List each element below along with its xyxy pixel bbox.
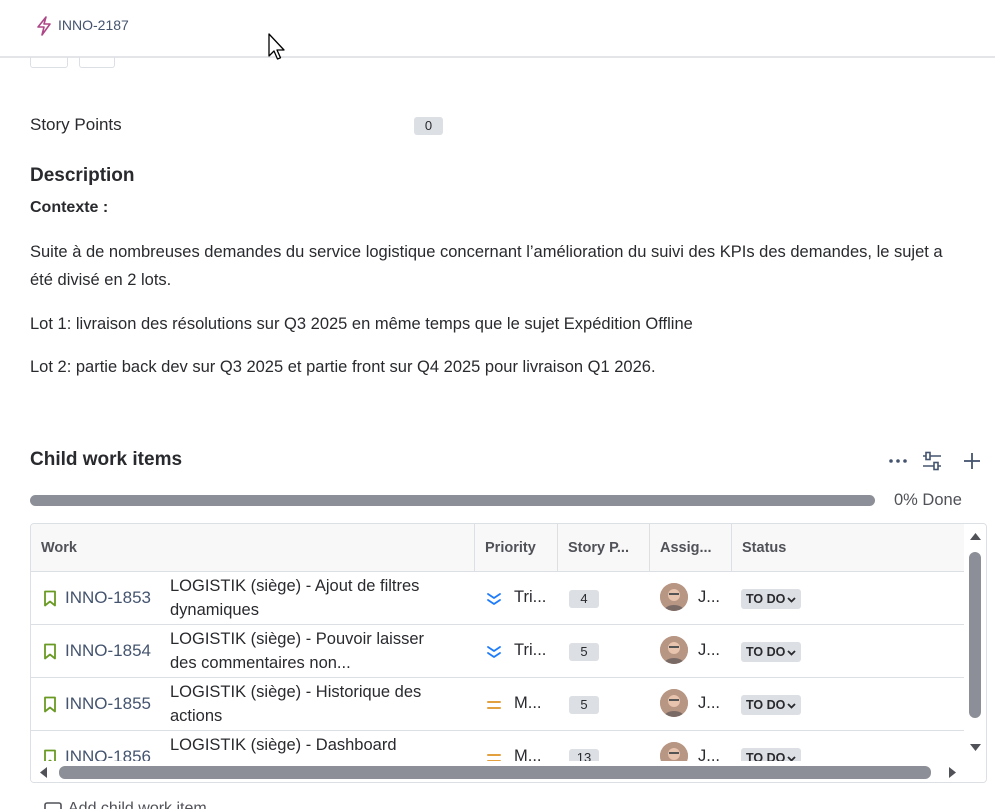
mouse-cursor-icon <box>268 33 285 60</box>
epic-lightning-icon <box>37 16 51 36</box>
story-points-cell[interactable]: 5 <box>569 696 599 714</box>
add-icon[interactable] <box>961 450 983 472</box>
scroll-right-arrow-icon[interactable] <box>948 766 957 779</box>
work-item-key[interactable]: INNO-1853 <box>65 588 151 608</box>
story-points-value[interactable]: 0 <box>414 117 443 135</box>
story-points-cell[interactable]: 4 <box>569 590 599 608</box>
work-item-key[interactable]: INNO-1854 <box>65 641 151 661</box>
table-header: Work Priority Story P... Assig... Status <box>31 524 964 572</box>
avatar[interactable] <box>660 636 688 664</box>
description-context-heading: Contexte : <box>30 199 109 216</box>
chevron-down-icon <box>787 650 796 656</box>
column-header-story-points[interactable]: Story P... <box>558 524 650 572</box>
add-child-icon <box>44 801 62 809</box>
avatar[interactable] <box>660 583 688 611</box>
toolbar-button-hidden[interactable] <box>79 57 115 68</box>
story-bookmark-icon <box>44 696 56 713</box>
assignee-name[interactable]: J... <box>698 588 720 607</box>
story-bookmark-icon <box>44 590 56 607</box>
priority-lowest-icon <box>487 593 501 605</box>
issue-key-link[interactable]: INNO-2187 <box>58 17 129 33</box>
description-paragraph: Suite à de nombreuses demandes du servic… <box>30 243 943 289</box>
progress-label: 0% Done <box>894 491 962 509</box>
scroll-left-arrow-icon[interactable] <box>39 766 48 779</box>
scroll-down-arrow-icon[interactable] <box>969 743 982 752</box>
work-item-summary[interactable]: LOGISTIK (siège) - Historique des action… <box>170 680 440 728</box>
story-points-label: Story Points <box>30 115 122 134</box>
table-row[interactable]: INNO-1855 LOGISTIK (siège) - Historique … <box>31 678 964 731</box>
priority-medium-icon <box>487 701 501 709</box>
column-header-work[interactable]: Work <box>31 524 475 572</box>
horizontal-scrollbar-thumb[interactable] <box>59 766 931 779</box>
avatar[interactable] <box>660 689 688 717</box>
story-bookmark-icon <box>44 643 56 660</box>
chevron-down-icon <box>787 703 796 709</box>
priority-lowest-icon <box>487 646 501 658</box>
assignee-name[interactable]: J... <box>698 694 720 713</box>
work-item-key[interactable]: INNO-1855 <box>65 694 151 714</box>
add-child-label: Add child work item <box>68 800 207 809</box>
issue-header: INNO-2187 <box>0 0 995 58</box>
work-item-summary[interactable]: LOGISTIK (siège) - Pouvoir laisser des c… <box>170 627 440 675</box>
add-child-work-item-button[interactable]: Add child work item <box>44 800 207 809</box>
child-work-items-heading: Child work items <box>30 449 183 470</box>
status-dropdown[interactable]: TO DO <box>741 642 802 662</box>
table-row[interactable]: INNO-1854 LOGISTIK (siège) - Pouvoir lai… <box>31 625 964 678</box>
column-header-priority[interactable]: Priority <box>475 524 558 572</box>
view-settings-icon[interactable] <box>921 450 943 472</box>
vertical-scrollbar[interactable] <box>964 524 986 782</box>
chevron-down-icon <box>787 597 796 603</box>
vertical-scrollbar-thumb[interactable] <box>969 552 981 718</box>
column-header-status[interactable]: Status <box>732 524 964 572</box>
status-label: TO DO <box>746 592 786 606</box>
priority-value[interactable]: Tri... <box>514 641 546 660</box>
work-item-summary[interactable]: LOGISTIK (siège) - Ajout de filtres dyna… <box>170 574 440 622</box>
more-actions-icon[interactable] <box>887 450 909 472</box>
story-points-cell[interactable]: 5 <box>569 643 599 661</box>
description-paragraph: Lot 2: partie back dev sur Q3 2025 et pa… <box>30 358 656 376</box>
scroll-up-arrow-icon[interactable] <box>969 532 982 541</box>
progress-bar <box>30 495 875 506</box>
horizontal-scrollbar[interactable] <box>31 761 964 782</box>
column-header-assignee[interactable]: Assig... <box>650 524 732 572</box>
status-dropdown[interactable]: TO DO <box>741 589 802 609</box>
status-label: TO DO <box>746 645 786 659</box>
status-label: TO DO <box>746 698 786 712</box>
assignee-name[interactable]: J... <box>698 641 720 660</box>
description-paragraph: Lot 1: livraison des résolutions sur Q3 … <box>30 315 693 333</box>
description-heading: Description <box>30 165 135 186</box>
priority-value[interactable]: M... <box>514 694 542 713</box>
toolbar-button-hidden[interactable] <box>30 57 68 68</box>
table-row[interactable]: INNO-1853 LOGISTIK (siège) - Ajout de fi… <box>31 572 964 625</box>
priority-value[interactable]: Tri... <box>514 588 546 607</box>
status-dropdown[interactable]: TO DO <box>741 695 802 715</box>
child-items-table: Work Priority Story P... Assig... Status… <box>30 523 987 783</box>
